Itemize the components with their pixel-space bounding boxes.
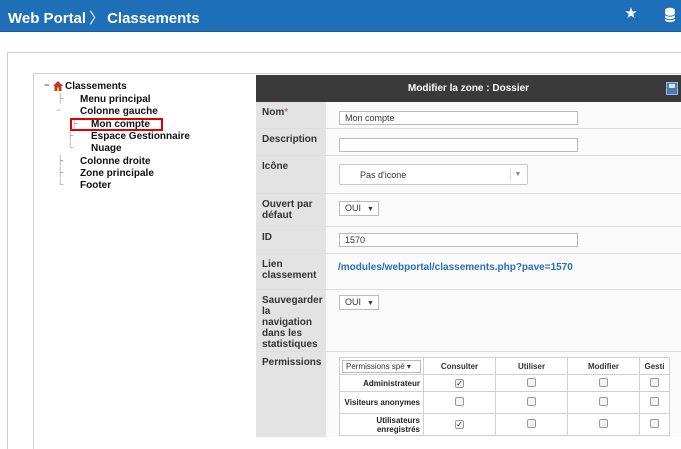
tree-item-espace-gestionnaire[interactable]: Espace Gestionnaire [91,131,190,142]
col-modifier: Modifier [567,357,640,375]
page-title: Web Portal 〉 Classements [8,7,200,28]
chevron-down-icon: ▼ [367,300,374,307]
tree-item-colonne-droite[interactable]: Colonne droite [80,156,151,167]
id-label: ID [256,227,326,253]
ouvert-select[interactable]: OUI ▼ [339,201,379,216]
tree-item-menu-principal[interactable]: Menu principal [80,94,151,105]
ouvert-label: Ouvert par défaut [256,194,326,226]
top-bar: Web Portal 〉 Classements ★ [0,0,681,32]
lien-label: Lien classement [256,254,326,289]
sauvegarder-label: Sauvegarder la navigation dans les stati… [256,290,326,351]
panel-title: Modifier la zone : Dossier [407,83,530,94]
checkbox[interactable] [527,397,536,406]
checkbox[interactable] [599,397,608,406]
row-description: Description [256,129,681,156]
checkbox[interactable]: ✓ [455,420,464,429]
sauvegarder-select-value: OUI [345,297,362,307]
checkbox[interactable]: ✓ [455,378,464,388]
col-consulter: Consulter [423,357,496,375]
app-name: Web Portal [8,10,87,27]
icone-label: Icône [256,156,326,193]
ouvert-select-value: OUI [345,203,362,213]
checkbox[interactable] [527,419,536,428]
checkbox[interactable] [455,397,464,406]
permissions-label: Permissions [256,352,326,437]
tree-item-zone-principale[interactable]: Zone principale [80,168,154,179]
row-ouvert: Ouvert par défaut OUI ▼ [256,194,681,227]
table-row: Administrateur ✓ [339,374,670,392]
permissions-type-select[interactable]: Permissions spé ▾ [342,359,421,373]
edit-zone-panel: Modifier la zone : Dossier Nom* Mon comp… [256,75,681,449]
row-label: Utilisateurs enregistrés [339,413,424,436]
checkbox[interactable] [599,419,608,428]
nom-label: Nom* [256,102,326,128]
tree-item-colonne-gauche[interactable]: Colonne gauche [80,106,158,117]
lien-classement-link[interactable]: /modules/webportal/classements.php?pave=… [338,262,573,273]
row-id: ID 1570 [256,227,681,254]
tree-item-mon-compte[interactable]: Mon compte [91,119,150,130]
required-mark: * [284,107,289,118]
table-row: Visiteurs anonymes [339,391,670,414]
chevron-down-icon: ▼ [510,168,525,181]
page-name: Classements [107,10,200,27]
tree-root[interactable]: Classements [65,81,127,92]
row-sauvegarder: Sauvegarder la navigation dans les stati… [256,290,681,352]
row-label: Visiteurs anonymes [339,391,424,414]
tree-item-footer[interactable]: Footer [80,180,111,191]
tree-item-nuage[interactable]: Nuage [91,143,122,154]
table-row: Utilisateurs enregistrés ✓ [339,413,670,436]
id-input[interactable]: 1570 [339,233,578,247]
checkbox[interactable] [527,377,536,387]
row-nom: Nom* Mon compte [256,102,681,129]
database-icon[interactable] [663,7,677,23]
checkbox[interactable] [599,377,608,387]
panel-header: Modifier la zone : Dossier [256,75,681,102]
description-label: Description [256,129,326,155]
checkbox[interactable] [650,377,659,387]
row-icone: Icône Pas d'icone ▼ [256,156,681,194]
icone-select[interactable]: Pas d'icone ▼ [339,164,528,185]
star-icon[interactable]: ★ [622,5,640,23]
icone-select-value: Pas d'icone [360,170,407,180]
save-icon[interactable] [666,82,678,95]
col-gestion: Gesti [639,357,670,375]
row-label: Administrateur [339,374,424,392]
row-permissions: Permissions Permissions spé ▾ Consulter … [256,352,681,437]
col-utiliser: Utiliser [495,357,568,375]
checkbox[interactable] [650,419,659,428]
nom-input[interactable]: Mon compte [339,111,578,125]
sauvegarder-select[interactable]: OUI ▼ [339,295,379,310]
description-input[interactable] [339,138,578,152]
permissions-table: Permissions spé ▾ Consulter Utiliser Mod… [339,357,670,436]
checkbox[interactable] [650,397,659,406]
chevron-down-icon: ▼ [367,206,374,213]
row-lien: Lien classement /modules/webportal/class… [256,254,681,290]
breadcrumb-separator: 〉 [89,10,105,27]
